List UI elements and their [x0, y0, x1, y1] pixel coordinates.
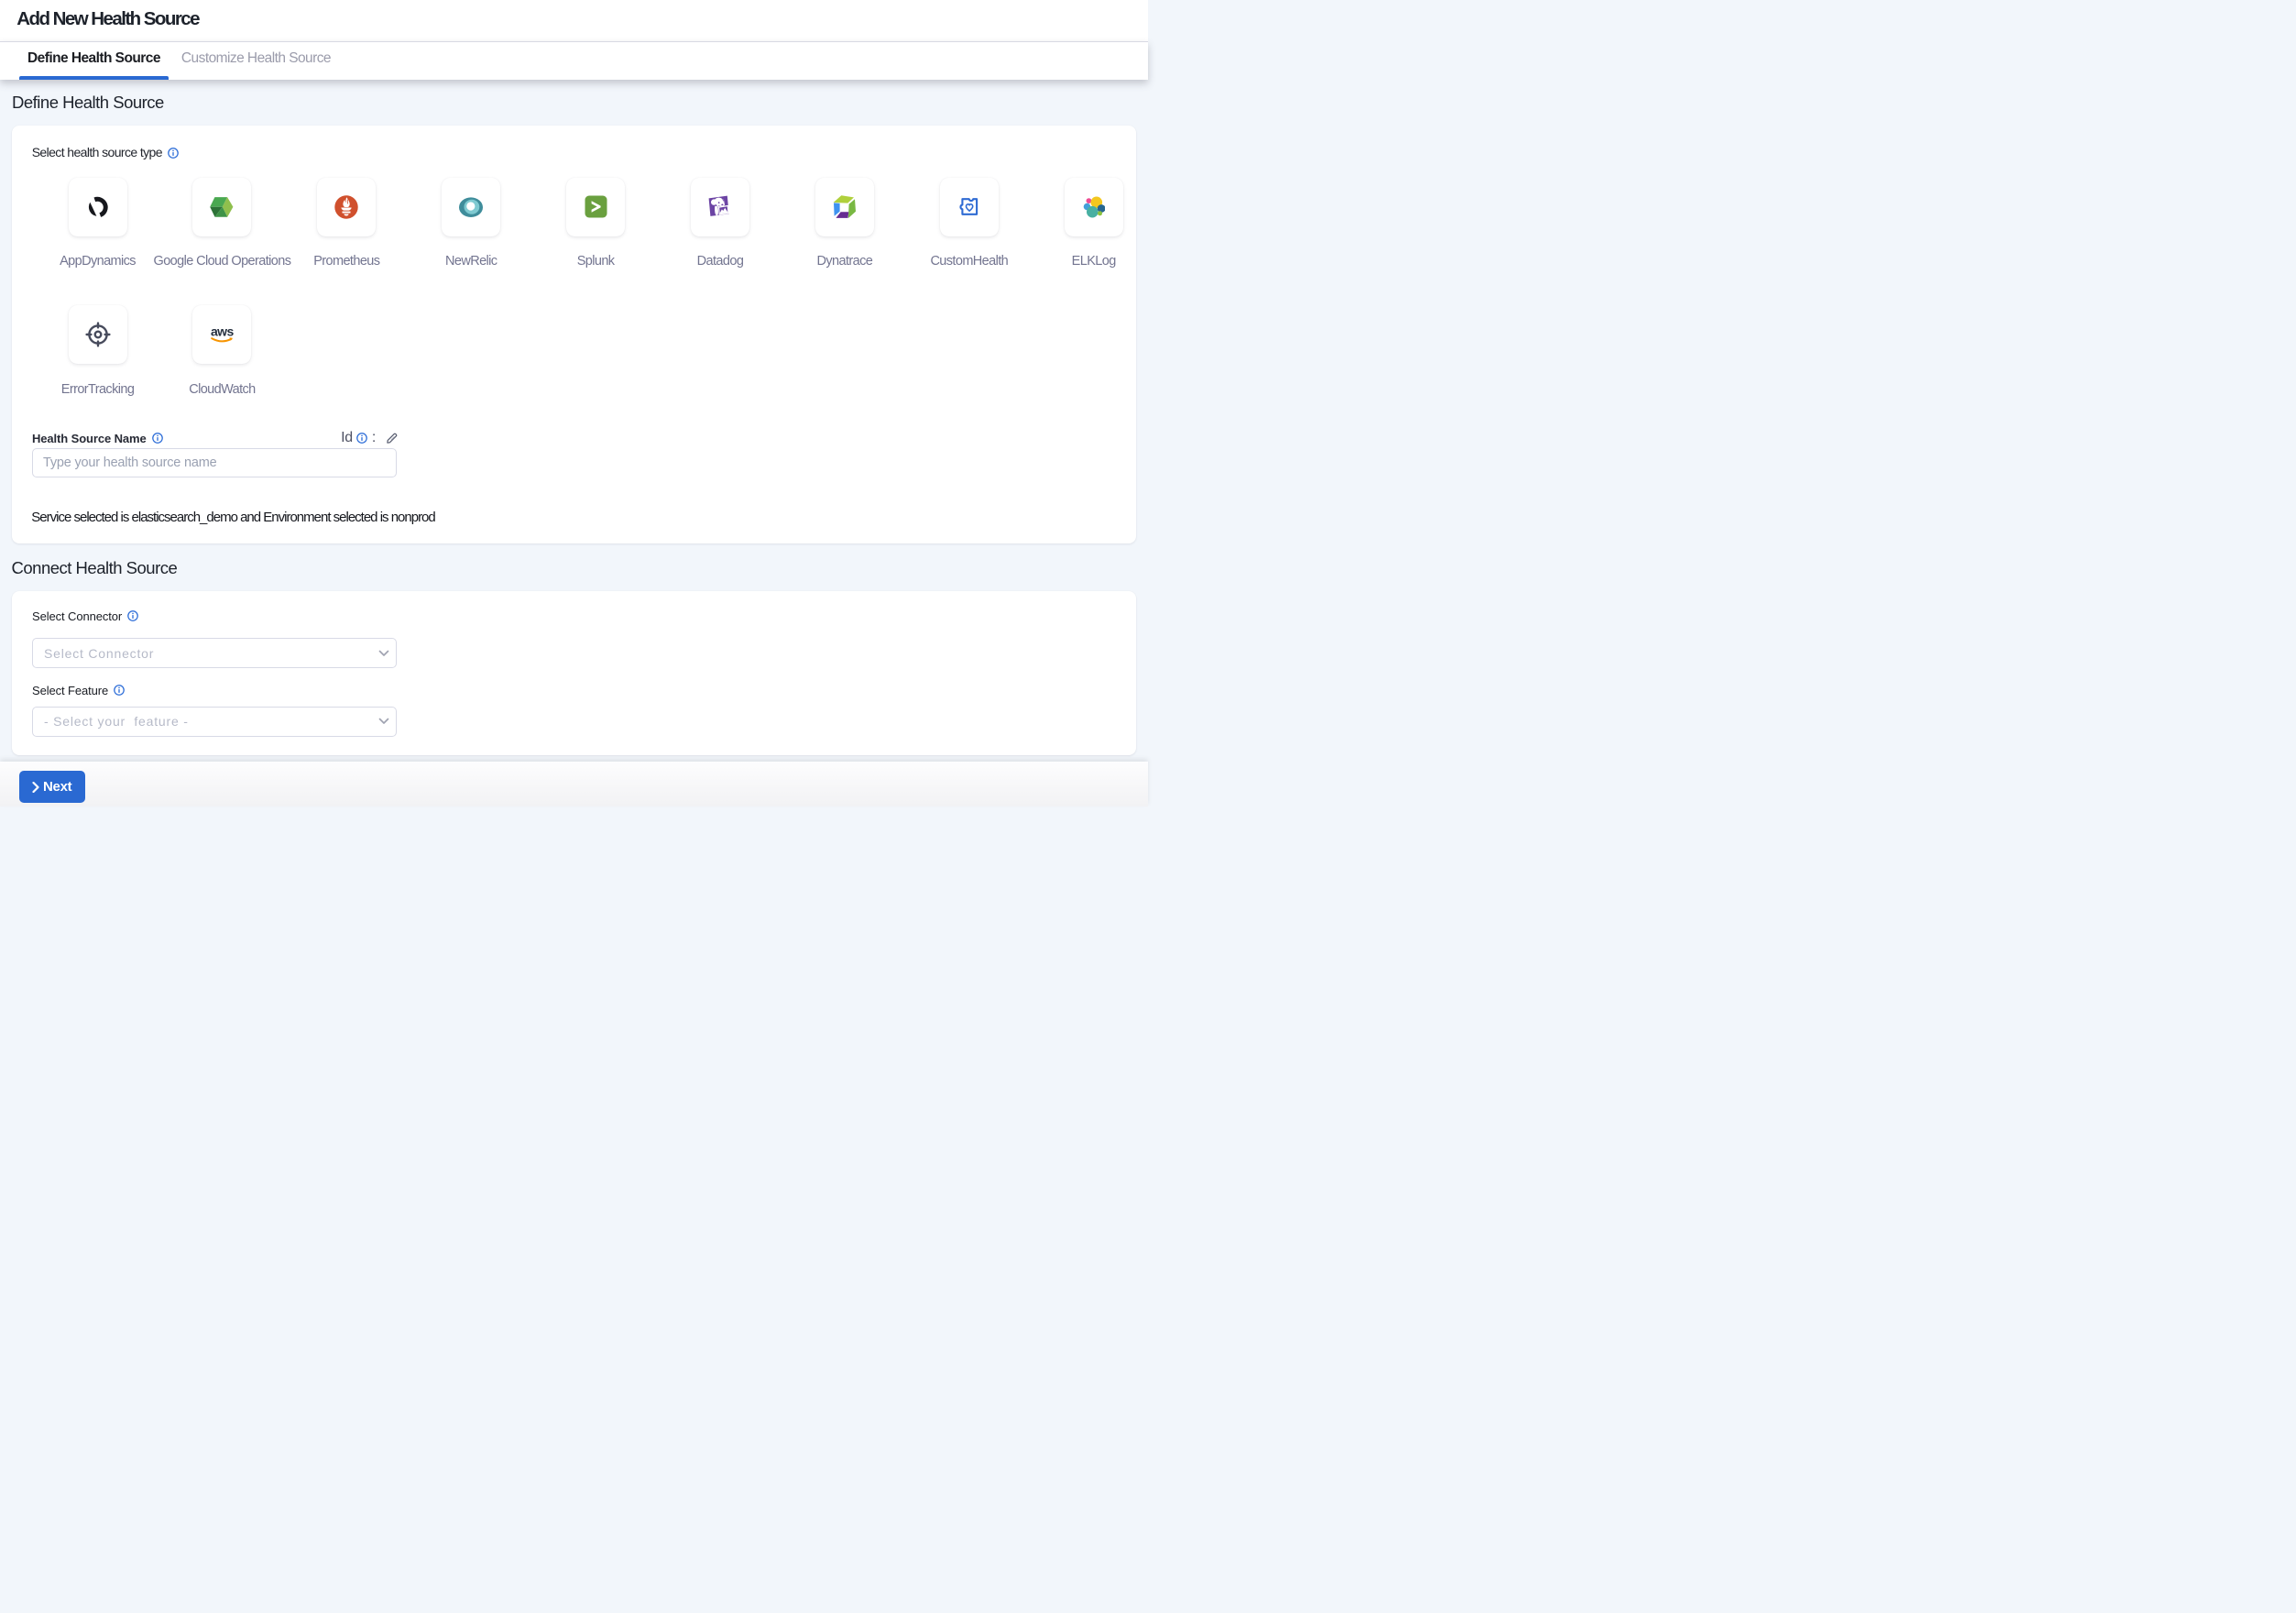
svg-text:aws: aws [211, 324, 234, 339]
